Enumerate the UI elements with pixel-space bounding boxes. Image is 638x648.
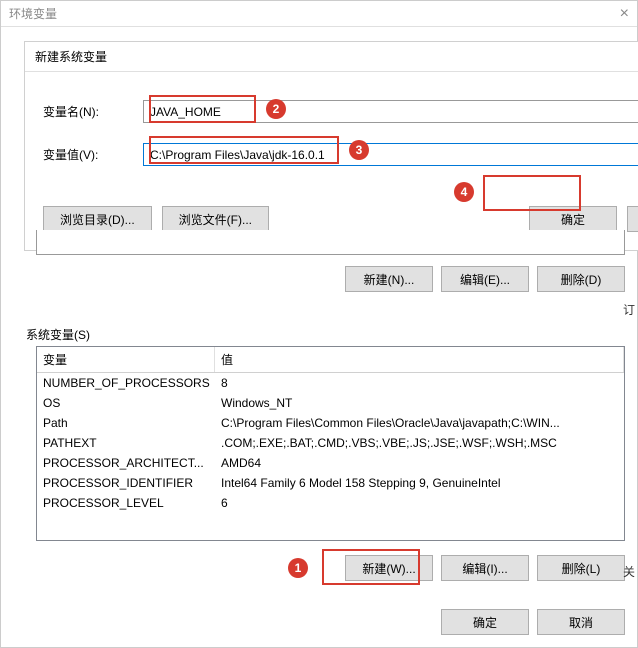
table-row[interactable]: PROCESSOR_ARCHITECT...AMD64 [37, 453, 624, 473]
browse-file-button[interactable]: 浏览文件(F)... [162, 206, 269, 232]
sys-edit-button[interactable]: 编辑(I)... [441, 555, 529, 581]
main-cancel-button[interactable]: 取消 [537, 609, 625, 635]
bottom-buttons: 确定 取消 [441, 609, 625, 635]
var-value-row: 变量值(V): [43, 143, 638, 166]
dialog-title: 新建系统变量 [25, 42, 638, 72]
table-row[interactable]: PATHEXT.COM;.EXE;.BAT;.CMD;.VBS;.VBE;.JS… [37, 433, 624, 453]
user-new-button[interactable]: 新建(N)... [345, 266, 433, 292]
var-name-row: 变量名(N): [43, 100, 638, 123]
window-title: 环境变量 [9, 5, 57, 22]
sys-delete-button[interactable]: 删除(L) [537, 555, 625, 581]
system-var-buttons: 新建(W)... 编辑(I)... 删除(L) [345, 555, 625, 581]
annotation-3: 3 [349, 140, 369, 160]
browse-dir-button[interactable]: 浏览目录(D)... [43, 206, 152, 232]
title-bar: 环境变量 × [1, 1, 637, 27]
close-icon[interactable]: × [620, 5, 629, 23]
user-edit-button[interactable]: 编辑(E)... [441, 266, 529, 292]
cutoff-text: 关 [623, 563, 635, 580]
cancel-button[interactable]: 取消 [627, 206, 638, 232]
var-value-input[interactable] [143, 143, 638, 166]
new-system-var-dialog: 新建系统变量 变量名(N): 变量值(V): 浏览目录(D)... 浏览文件(F… [24, 41, 638, 251]
var-name-input[interactable] [143, 100, 638, 123]
table-row[interactable]: PathC:\Program Files\Common Files\Oracle… [37, 413, 624, 433]
var-value-label: 变量值(V): [43, 146, 143, 163]
user-var-buttons: 新建(N)... 编辑(E)... 删除(D) [345, 266, 625, 292]
table-row[interactable]: OSWindows_NT [37, 393, 624, 413]
table-row[interactable]: PROCESSOR_LEVEL6 [37, 493, 624, 513]
env-vars-window: 环境变量 × 新建系统变量 变量名(N): 变量值(V): 浏览目录(D)...… [0, 0, 638, 648]
annotation-4: 4 [454, 182, 474, 202]
col-value[interactable]: 值 [215, 347, 624, 372]
table-header: 变量 值 [37, 347, 624, 373]
cutoff-text2: 订 [623, 301, 635, 318]
col-variable[interactable]: 变量 [37, 347, 215, 372]
annotation-2: 2 [266, 99, 286, 119]
user-vars-box-edge [36, 230, 625, 255]
ok-button[interactable]: 确定 [529, 206, 617, 232]
table-row[interactable]: PROCESSOR_IDENTIFIERIntel64 Family 6 Mod… [37, 473, 624, 493]
system-vars-table[interactable]: 变量 值 NUMBER_OF_PROCESSORS8 OSWindows_NT … [36, 346, 625, 541]
table-body: NUMBER_OF_PROCESSORS8 OSWindows_NT PathC… [37, 373, 624, 513]
main-ok-button[interactable]: 确定 [441, 609, 529, 635]
user-delete-button[interactable]: 删除(D) [537, 266, 625, 292]
system-vars-label: 系统变量(S) [26, 326, 90, 343]
dialog-body: 变量名(N): 变量值(V): [25, 72, 638, 206]
sys-new-button[interactable]: 新建(W)... [345, 555, 433, 581]
var-name-label: 变量名(N): [43, 103, 143, 120]
annotation-1: 1 [288, 558, 308, 578]
table-row[interactable]: NUMBER_OF_PROCESSORS8 [37, 373, 624, 393]
